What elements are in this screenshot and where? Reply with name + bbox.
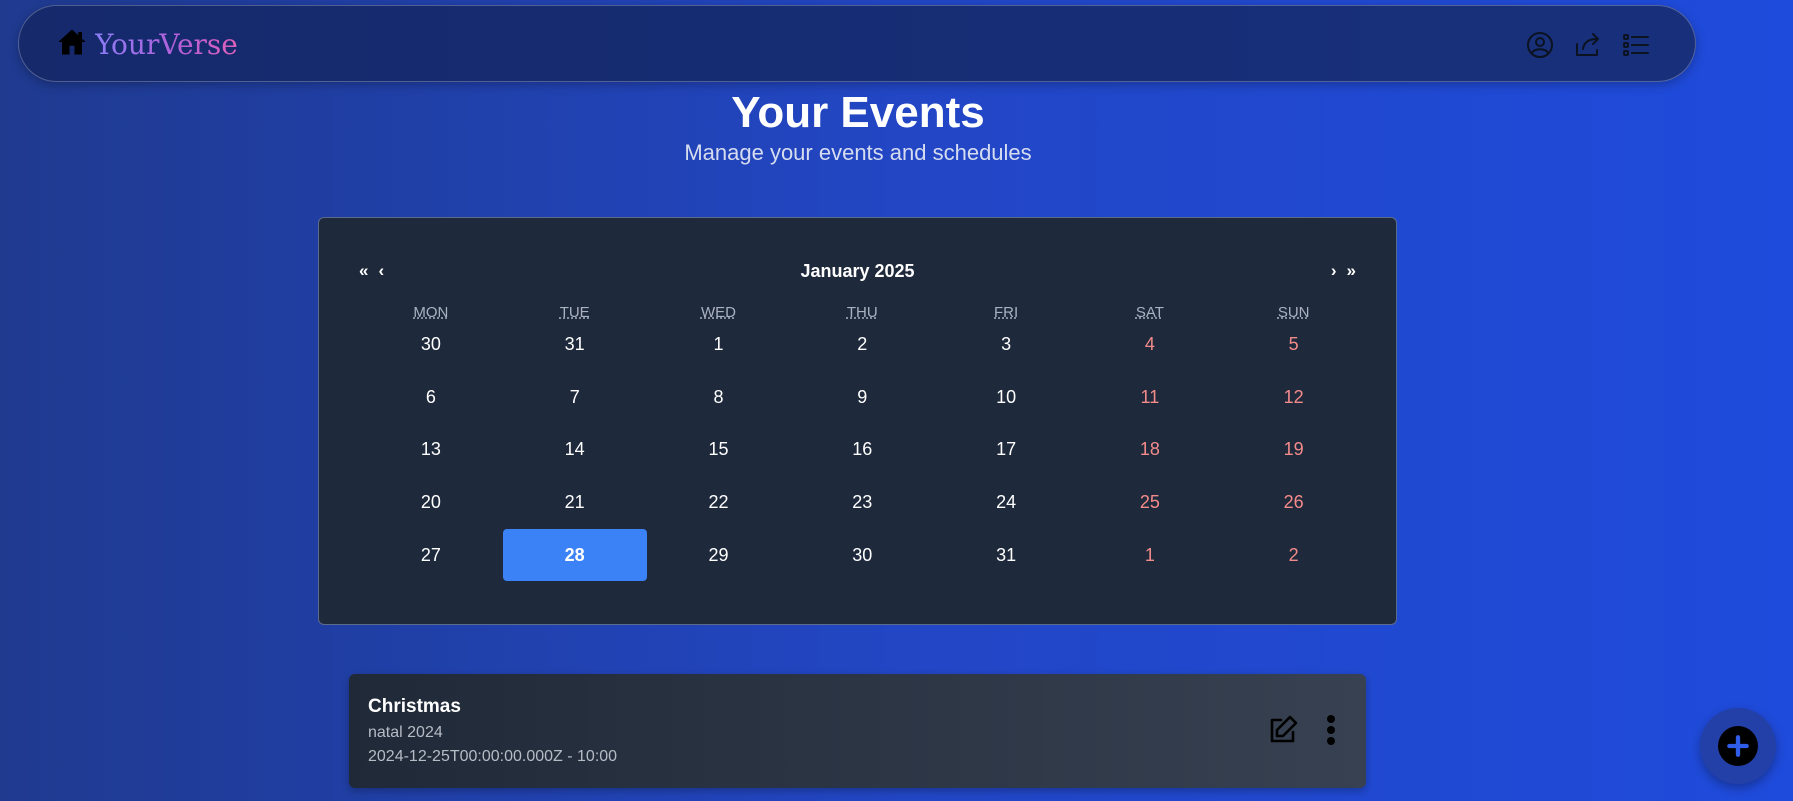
plus-icon <box>1718 726 1758 766</box>
calendar-day[interactable]: 1 <box>647 318 791 371</box>
calendar-day[interactable]: 17 <box>934 423 1078 476</box>
calendar-day[interactable]: 31 <box>503 318 647 371</box>
home-icon[interactable] <box>57 28 87 61</box>
calendar-day[interactable]: 9 <box>790 371 934 424</box>
share-icon[interactable] <box>1573 30 1603 60</box>
calendar-day[interactable]: 14 <box>503 423 647 476</box>
calendar-month-label[interactable]: January 2025 <box>319 258 1396 284</box>
calendar-day[interactable]: 31 <box>934 529 1078 582</box>
calendar-day[interactable]: 3 <box>934 318 1078 371</box>
event-time: 2024-12-25T00:00:00.000Z - 10:00 <box>368 748 618 765</box>
calendar-day[interactable]: 2 <box>790 318 934 371</box>
brand-name[interactable]: YourVerse <box>95 28 238 61</box>
next-year-button[interactable]: » <box>1347 258 1356 284</box>
calendar-day[interactable]: 10 <box>934 371 1078 424</box>
calendar-day[interactable]: 20 <box>359 476 503 529</box>
calendar-day[interactable]: 5 <box>1222 318 1366 371</box>
calendar-day[interactable]: 8 <box>647 371 791 424</box>
brand-link[interactable]: YourVerse <box>57 28 238 61</box>
next-month-button[interactable]: › <box>1331 258 1337 284</box>
navbar: YourVerse <box>18 5 1696 82</box>
calendar-day[interactable]: 30 <box>359 318 503 371</box>
calendar-day[interactable]: 13 <box>359 423 503 476</box>
calendar-day[interactable]: 7 <box>503 371 647 424</box>
event-description: natal 2024 <box>368 724 443 741</box>
event-card[interactable]: Christmas natal 2024 2024-12-25T00:00:00… <box>349 674 1366 788</box>
calendar-day[interactable]: 16 <box>790 423 934 476</box>
calendar: « ‹ January 2025 › » MON TUE WED THU FRI… <box>318 217 1397 625</box>
calendar-day[interactable]: 30 <box>790 529 934 582</box>
calendar-day[interactable]: 4 <box>1078 318 1222 371</box>
calendar-day[interactable]: 21 <box>503 476 647 529</box>
calendar-day-grid: 30 31 1 2 3 4 5 6 7 8 9 10 11 12 13 14 15 16 17 18 19 20 21 22 2… <box>359 318 1366 582</box>
calendar-day[interactable]: 2 <box>1222 529 1366 582</box>
calendar-day[interactable]: 12 <box>1222 371 1366 424</box>
calendar-day[interactable]: 22 <box>647 476 791 529</box>
user-circle-icon[interactable] <box>1525 30 1555 60</box>
more-options-icon[interactable] <box>1319 714 1343 746</box>
calendar-day[interactable]: 27 <box>359 529 503 582</box>
page-subtitle: Manage your events and schedules <box>684 140 1032 165</box>
calendar-day[interactable]: 11 <box>1078 371 1222 424</box>
calendar-nav-next: › » <box>1331 258 1356 284</box>
edit-icon[interactable] <box>1267 714 1299 746</box>
nav-icons <box>1525 30 1651 60</box>
calendar-day[interactable]: 26 <box>1222 476 1366 529</box>
add-event-button[interactable] <box>1700 708 1776 784</box>
calendar-day[interactable]: 24 <box>934 476 1078 529</box>
calendar-day[interactable]: 25 <box>1078 476 1222 529</box>
page-title: Your Events <box>731 88 985 137</box>
calendar-day[interactable]: 15 <box>647 423 791 476</box>
calendar-day[interactable]: 19 <box>1222 423 1366 476</box>
calendar-day[interactable]: 6 <box>359 371 503 424</box>
event-title: Christmas <box>368 696 461 717</box>
calendar-day-selected[interactable]: 28 <box>502 528 647 582</box>
list-icon[interactable] <box>1621 30 1651 60</box>
calendar-day[interactable]: 18 <box>1078 423 1222 476</box>
calendar-day[interactable]: 23 <box>790 476 934 529</box>
calendar-day[interactable]: 29 <box>647 529 791 582</box>
calendar-day[interactable]: 1 <box>1078 529 1222 582</box>
